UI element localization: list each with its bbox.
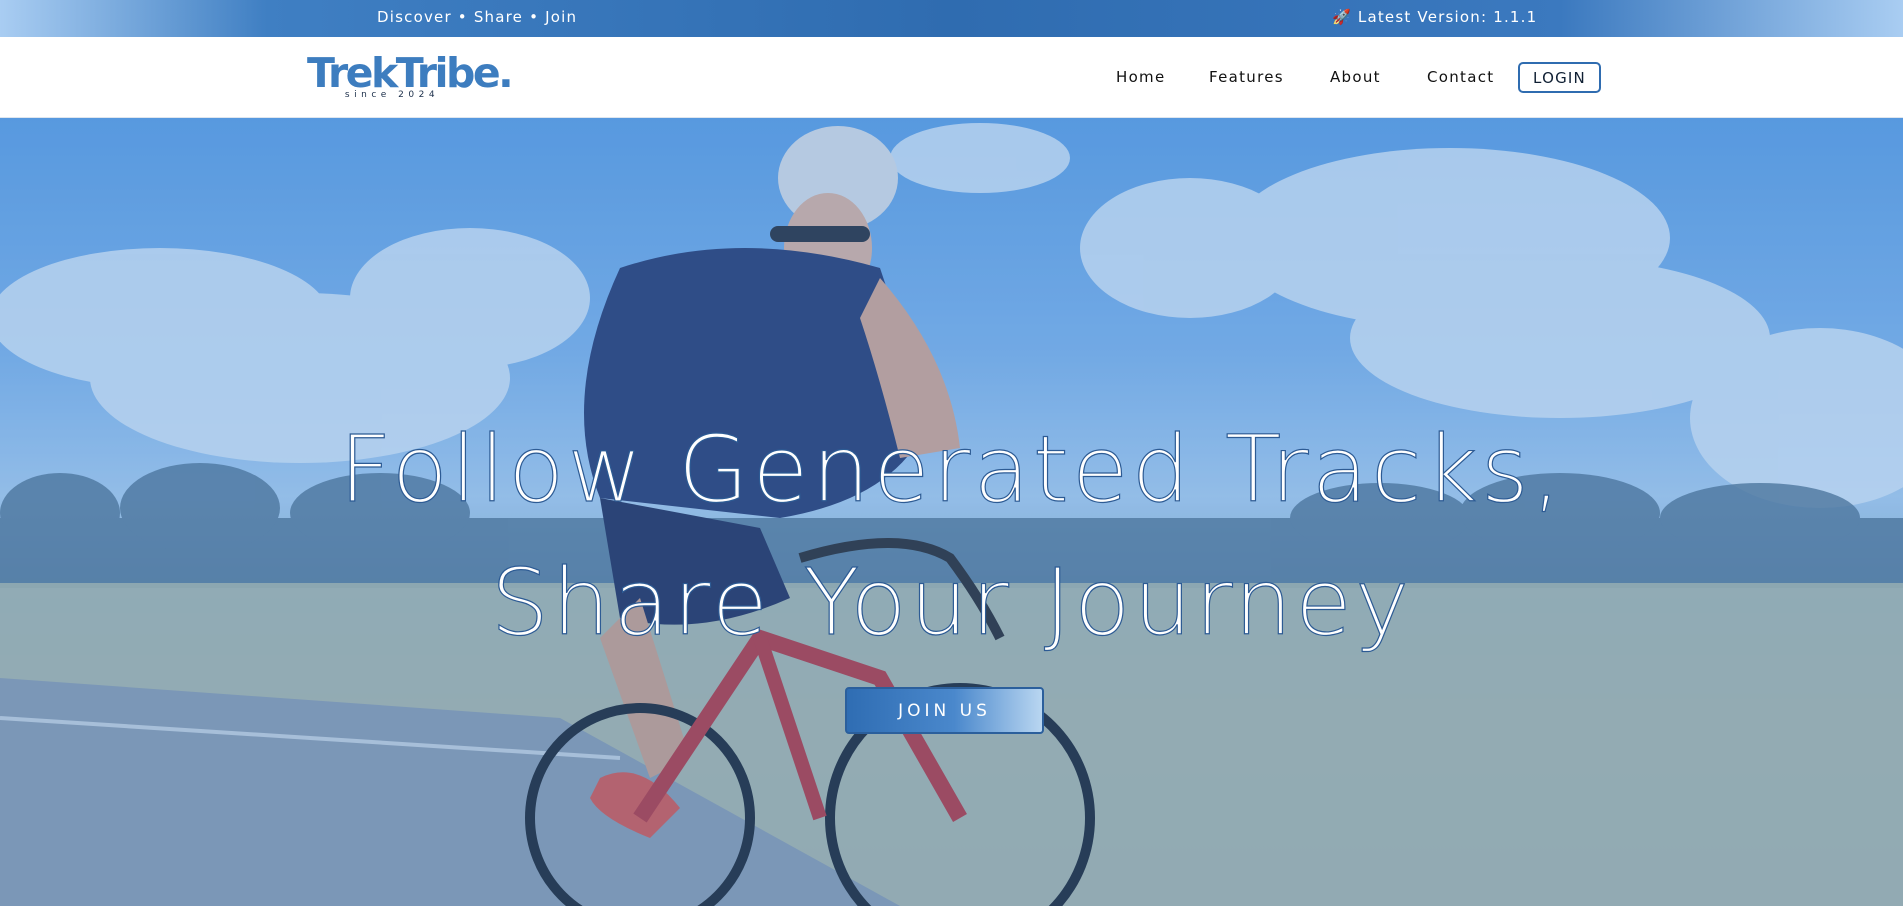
brand-logo[interactable]: TrekTribe. since 2024	[307, 49, 514, 103]
hero-section: Follow Generated Tracks, Share Your Jour…	[0, 118, 1903, 906]
version-text: Latest Version: 1.1.1	[1357, 8, 1538, 26]
brand-name: TrekTribe.	[307, 49, 514, 97]
join-us-button[interactable]: JOIN US	[845, 687, 1044, 734]
version-info: 🚀 Latest Version: 1.1.1	[1332, 8, 1537, 26]
announcement-bar: Discover • Share • Join 🚀 Latest Version:…	[0, 0, 1903, 37]
tagline-text: Discover • Share • Join	[377, 8, 578, 26]
nav-about-link[interactable]: About	[1330, 68, 1381, 86]
login-button[interactable]: LOGIN	[1518, 62, 1601, 93]
hero-headline-line1: Follow Generated Tracks,	[338, 416, 1565, 523]
nav-contact-link[interactable]: Contact	[1427, 68, 1494, 86]
nav-home-link[interactable]: Home	[1116, 68, 1166, 86]
nav-features-link[interactable]: Features	[1209, 68, 1284, 86]
rocket-icon: 🚀	[1332, 8, 1352, 26]
hero-headline-line2: Share Your Journey	[490, 549, 1413, 656]
main-navbar: TrekTribe. since 2024 Home Features Abou…	[0, 37, 1903, 118]
